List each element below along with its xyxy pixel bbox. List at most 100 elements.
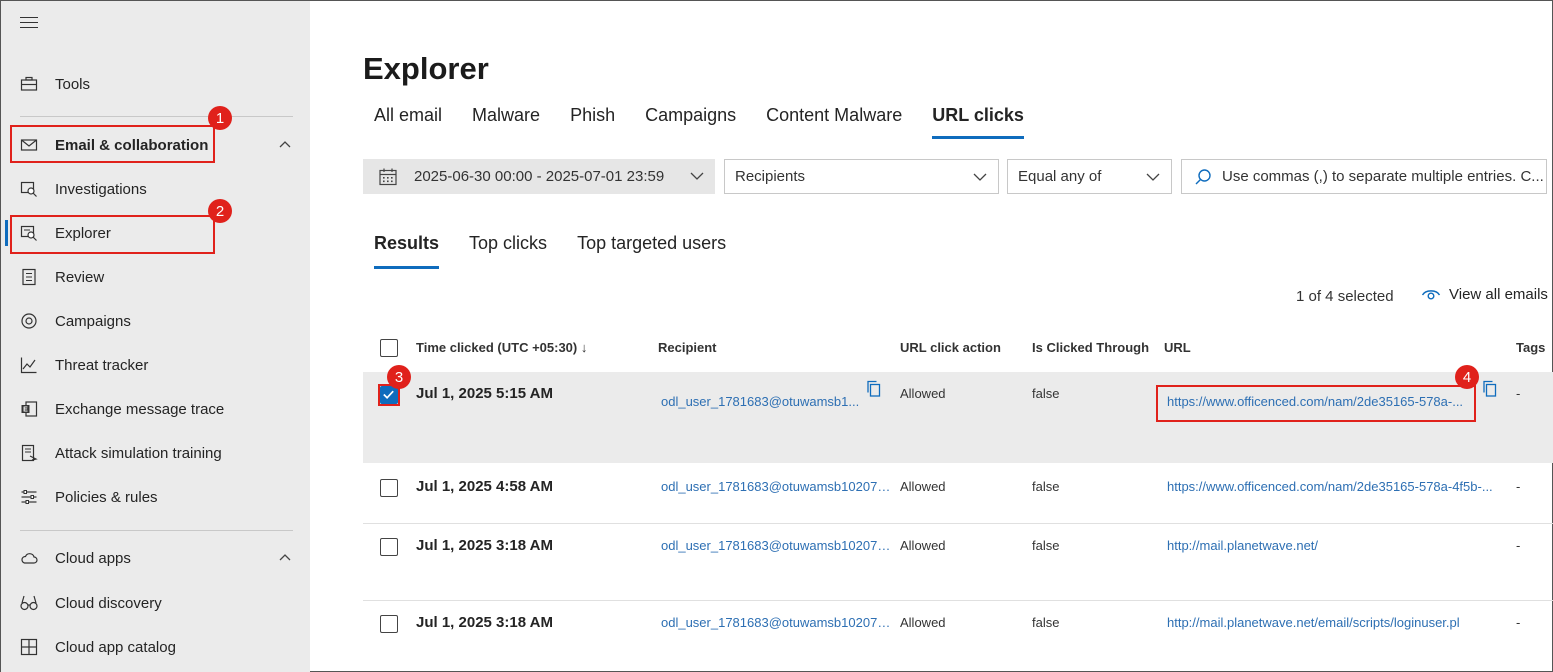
- hamburger-menu-icon[interactable]: [20, 17, 38, 33]
- is-clicked-through: false: [1032, 386, 1060, 401]
- search-input[interactable]: Use commas (,) to separate multiple entr…: [1181, 159, 1547, 194]
- sidebar-item-label: Campaigns: [55, 312, 131, 330]
- sidebar-item-label: Threat tracker: [55, 356, 149, 374]
- sidebar-item-label: Attack simulation training: [55, 444, 222, 462]
- operator-select[interactable]: Equal any of: [1007, 159, 1172, 194]
- attack-sim-icon: [20, 444, 38, 462]
- binoculars-icon: [20, 594, 38, 612]
- threat-tracker-icon: [20, 356, 38, 374]
- recipient-link[interactable]: odl_user_1781683@otuwamsb102074...: [661, 615, 895, 630]
- page-title: Explorer: [363, 51, 489, 86]
- is-clicked-through: false: [1032, 615, 1060, 630]
- tab-phish[interactable]: Phish: [570, 105, 615, 139]
- review-icon: [20, 268, 38, 286]
- annotation-box-1: [10, 125, 215, 163]
- sidebar-item-label: Exchange message trace: [55, 400, 225, 418]
- field-select-value: Recipients: [735, 168, 806, 185]
- sidebar-item-threat-tracker[interactable]: Threat tracker: [1, 345, 310, 385]
- is-clicked-through: false: [1032, 538, 1060, 553]
- sidebar-item-investigations[interactable]: Investigations: [1, 169, 310, 209]
- time-clicked: Jul 1, 2025 3:18 AM: [416, 614, 554, 631]
- annotation-box-4: [1156, 385, 1476, 422]
- select-all-checkbox[interactable]: [380, 339, 398, 357]
- row-checkbox[interactable]: [380, 615, 398, 633]
- row-divider: [363, 523, 1553, 524]
- view-all-emails-button[interactable]: View all emails: [1421, 286, 1548, 303]
- time-clicked: Jul 1, 2025 4:58 AM: [416, 478, 554, 495]
- sidebar-item-label: Policies & rules: [55, 488, 158, 506]
- sidebar-item-label: Investigations: [55, 180, 147, 198]
- sidebar: Tools Email & collaboration Investigatio…: [1, 1, 310, 672]
- copy-icon[interactable]: [866, 380, 882, 398]
- row-divider: [363, 600, 1553, 601]
- sidebar-item-cloud-apps[interactable]: Cloud apps: [1, 538, 310, 578]
- tab-url-clicks[interactable]: URL clicks: [932, 105, 1024, 139]
- url-link[interactable]: http://mail.planetwave.net/email/scripts…: [1167, 615, 1507, 630]
- url-click-action: Allowed: [900, 386, 946, 401]
- recipient-link[interactable]: odl_user_1781683@otuwamsb102074...: [661, 479, 895, 494]
- sidebar-item-cloud-discovery[interactable]: Cloud discovery: [1, 583, 310, 623]
- tab-all-email[interactable]: All email: [374, 105, 442, 139]
- divider: [20, 116, 293, 117]
- tab-results[interactable]: Results: [374, 233, 440, 269]
- annotation-badge-2: 2: [208, 199, 232, 223]
- chevron-down-icon: [1146, 173, 1160, 181]
- sidebar-item-exchange-message-trace[interactable]: E Exchange message trace: [1, 389, 310, 429]
- chevron-down-icon: [690, 172, 704, 180]
- time-clicked: Jul 1, 2025 3:18 AM: [416, 537, 554, 554]
- selection-count: 1 of 4 selected: [1296, 288, 1394, 305]
- sidebar-item-cloud-app-catalog[interactable]: Cloud app catalog: [1, 627, 310, 667]
- annotation-badge-1: 1: [208, 106, 232, 130]
- sidebar-item-tools[interactable]: Tools: [1, 64, 310, 104]
- sidebar-item-campaigns[interactable]: Campaigns: [1, 301, 310, 341]
- url-click-action: Allowed: [900, 538, 946, 553]
- row-checkbox[interactable]: [380, 538, 398, 556]
- tab-content-malware[interactable]: Content Malware: [766, 105, 902, 139]
- url-click-action: Allowed: [900, 615, 946, 630]
- tab-campaigns[interactable]: Campaigns: [645, 105, 736, 139]
- url-link[interactable]: http://mail.planetwave.net/: [1167, 538, 1507, 553]
- field-select[interactable]: Recipients: [724, 159, 999, 194]
- row-checkbox[interactable]: [380, 479, 398, 497]
- sidebar-item-attack-simulation[interactable]: Attack simulation training: [1, 433, 310, 473]
- chevron-up-icon[interactable]: [278, 551, 292, 565]
- chevron-up-icon[interactable]: [278, 138, 292, 152]
- copy-icon[interactable]: [1482, 380, 1498, 398]
- tab-top-targeted-users[interactable]: Top targeted users: [577, 233, 726, 269]
- sidebar-item-policies-rules[interactable]: Policies & rules: [1, 477, 310, 517]
- cloud-icon: [20, 549, 38, 567]
- recipient-link[interactable]: odl_user_1781683@otuwamsb102074...: [661, 538, 895, 553]
- time-clicked: Jul 1, 2025 5:15 AM: [416, 385, 554, 402]
- is-clicked-through: false: [1032, 479, 1060, 494]
- campaigns-icon: [20, 312, 38, 330]
- sidebar-item-review[interactable]: Review: [1, 257, 310, 297]
- column-header-recipient[interactable]: Recipient: [658, 340, 717, 355]
- recipient-link[interactable]: odl_user_1781683@otuwamsb1...: [661, 394, 861, 409]
- tags-value: -: [1516, 479, 1521, 494]
- sidebar-item-label: Cloud apps: [55, 549, 131, 567]
- date-range-picker[interactable]: 2025-06-30 00:00 - 2025-07-01 23:59: [363, 159, 715, 194]
- column-header-is-clicked-through[interactable]: Is Clicked Through: [1032, 340, 1149, 355]
- annotation-badge-4: 4: [1455, 365, 1479, 389]
- catalog-icon: [20, 638, 38, 656]
- column-header-url[interactable]: URL: [1164, 340, 1191, 355]
- annotation-badge-3: 3: [387, 365, 411, 389]
- annotation-box-2: [10, 215, 215, 254]
- tags-value: -: [1516, 386, 1521, 401]
- policies-icon: [20, 488, 38, 506]
- investigation-icon: [20, 180, 38, 198]
- tab-malware[interactable]: Malware: [472, 105, 540, 139]
- sidebar-item-label: Cloud discovery: [55, 594, 162, 612]
- search-icon: [1195, 168, 1211, 184]
- toolbox-icon: [20, 75, 38, 93]
- column-header-tags[interactable]: Tags: [1516, 340, 1545, 355]
- column-header-url-click-action[interactable]: URL click action: [900, 340, 1001, 355]
- sidebar-item-label: Tools: [55, 75, 91, 93]
- url-link[interactable]: https://www.officenced.com/nam/2de35165-…: [1167, 479, 1507, 494]
- tab-top-clicks[interactable]: Top clicks: [469, 233, 547, 269]
- column-header-time-clicked[interactable]: Time clicked (UTC +05:30) ↓: [416, 340, 587, 355]
- date-range-value: 2025-06-30 00:00 - 2025-07-01 23:59: [414, 168, 665, 185]
- search-placeholder: Use commas (,) to separate multiple entr…: [1222, 168, 1544, 185]
- chevron-down-icon: [973, 173, 987, 181]
- sidebar-item-label: Review: [55, 268, 105, 286]
